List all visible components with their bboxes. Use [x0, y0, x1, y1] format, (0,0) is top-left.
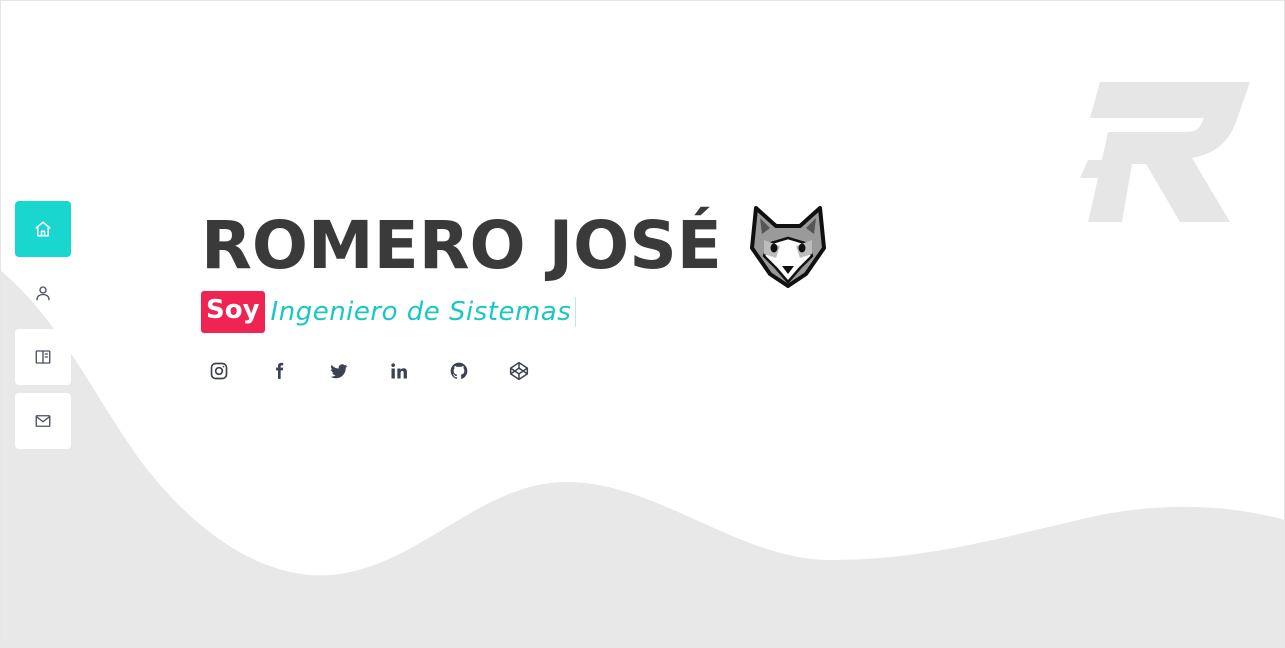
social-linkedin[interactable] [387, 359, 411, 383]
subtitle: Soy Ingeniero de Sistemas [201, 289, 830, 335]
social-links [207, 359, 830, 383]
sidebar-nav [15, 201, 71, 457]
mail-icon [35, 415, 51, 427]
social-facebook[interactable] [267, 359, 291, 383]
subtitle-prefix: Soy [201, 291, 265, 333]
book-icon [35, 350, 51, 364]
subtitle-role: Ingeniero de Sistemas [270, 297, 572, 327]
home-icon [35, 221, 51, 237]
page-title: ROMERO JOSÉ [201, 207, 722, 284]
user-icon [36, 286, 50, 301]
codepen-icon [509, 361, 529, 381]
wolf-icon [749, 206, 826, 288]
sidebar-item-home[interactable] [15, 201, 71, 257]
social-instagram[interactable] [207, 359, 231, 383]
name-row: ROMERO JOSÉ [201, 203, 830, 289]
social-codepen[interactable] [507, 359, 531, 383]
sidebar-item-portfolio[interactable] [15, 329, 71, 385]
facebook-icon [276, 362, 284, 379]
twitter-icon [330, 364, 348, 379]
social-twitter[interactable] [327, 359, 351, 383]
sidebar-item-contact[interactable] [15, 393, 71, 449]
brand-logo [1080, 82, 1250, 222]
typing-caret [575, 297, 577, 327]
linkedin-icon [391, 363, 407, 379]
social-github[interactable] [447, 359, 471, 383]
instagram-icon [210, 362, 228, 380]
github-icon [450, 362, 468, 379]
hero-section: ROMERO JOSÉ Soy Ingeniero de Sistemas [201, 203, 830, 383]
sidebar-item-about[interactable] [15, 265, 71, 321]
